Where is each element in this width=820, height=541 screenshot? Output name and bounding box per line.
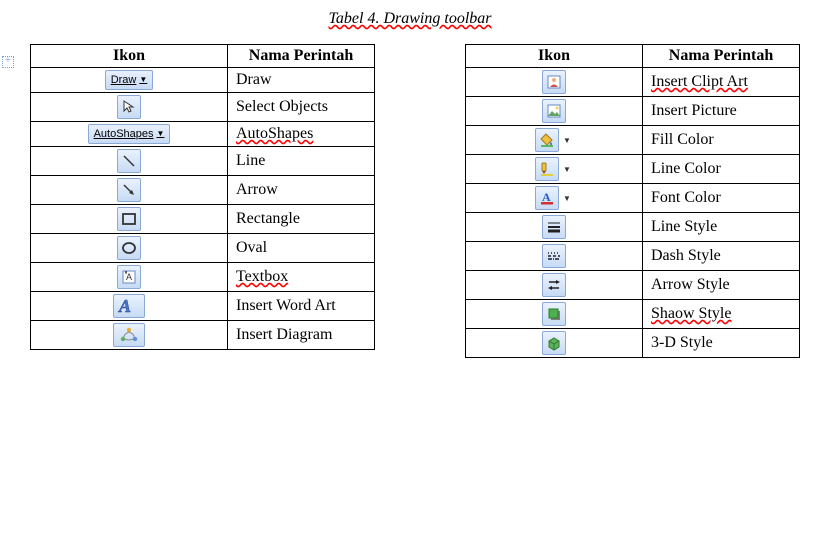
table-row: ▼ Fill Color bbox=[466, 126, 800, 155]
command-name: Insert Picture bbox=[643, 97, 800, 126]
chevron-down-icon: ▼ bbox=[561, 136, 573, 145]
table-caption: Tabel 4. Drawing toolbar bbox=[20, 10, 800, 28]
tables-wrapper: Ikon Nama Perintah Draw▼ Draw Select Obj… bbox=[20, 44, 800, 358]
wordart-icon[interactable]: A bbox=[113, 294, 145, 318]
command-name: Line bbox=[228, 147, 375, 176]
command-name: Draw bbox=[228, 68, 375, 93]
table-row: Shaow Style bbox=[466, 300, 800, 329]
font-color-icon[interactable]: A ▼ bbox=[535, 186, 573, 210]
autoshapes-button-label: AutoShapes bbox=[94, 126, 154, 142]
command-name: Oval bbox=[228, 234, 375, 263]
table-row: Dash Style bbox=[466, 242, 800, 271]
command-name: Dash Style bbox=[643, 242, 800, 271]
command-name: Select Objects bbox=[228, 93, 375, 122]
line-style-icon[interactable] bbox=[542, 215, 566, 239]
picture-icon[interactable] bbox=[542, 99, 566, 123]
table-row: 3-D Style bbox=[466, 329, 800, 358]
chevron-down-icon: ▼ bbox=[561, 194, 573, 203]
header-nama: Nama Perintah bbox=[643, 45, 800, 68]
table-row: Select Objects bbox=[31, 93, 375, 122]
table-anchor-handle[interactable]: + bbox=[2, 56, 14, 68]
command-name: Textbox bbox=[228, 263, 375, 292]
header-ikon: Ikon bbox=[466, 45, 643, 68]
autoshapes-button[interactable]: AutoShapes▼ bbox=[88, 124, 171, 144]
clipart-icon[interactable] bbox=[542, 70, 566, 94]
line-color-icon[interactable]: ▼ bbox=[535, 157, 573, 181]
chevron-down-icon: ▼ bbox=[561, 165, 573, 174]
command-name: Arrow bbox=[228, 176, 375, 205]
table-row: Rectangle bbox=[31, 205, 375, 234]
diagram-icon[interactable] bbox=[113, 323, 145, 347]
svg-text:A: A bbox=[126, 272, 132, 282]
command-name: Rectangle bbox=[228, 205, 375, 234]
command-name: Insert Clipt Art bbox=[643, 68, 800, 97]
dash-style-icon[interactable] bbox=[542, 244, 566, 268]
command-name: Font Color bbox=[643, 184, 800, 213]
command-name: 3-D Style bbox=[643, 329, 800, 358]
command-name: Insert Word Art bbox=[228, 292, 375, 321]
table-row: Arrow bbox=[31, 176, 375, 205]
line-icon[interactable] bbox=[117, 149, 141, 173]
table-row: Insert Picture bbox=[466, 97, 800, 126]
table-row: A Insert Word Art bbox=[31, 292, 375, 321]
command-name: Shaow Style bbox=[643, 300, 800, 329]
command-name: Fill Color bbox=[643, 126, 800, 155]
chevron-down-icon: ▼ bbox=[139, 72, 147, 88]
command-name: Arrow Style bbox=[643, 271, 800, 300]
shadow-style-icon[interactable] bbox=[542, 302, 566, 326]
textbox-icon[interactable]: A bbox=[117, 265, 141, 289]
table-row: Insert Clipt Art bbox=[466, 68, 800, 97]
table-row: A ▼ Font Color bbox=[466, 184, 800, 213]
draw-button[interactable]: Draw▼ bbox=[105, 70, 154, 90]
table-row: Line Style bbox=[466, 213, 800, 242]
right-table: Ikon Nama Perintah Insert Clipt Art Inse… bbox=[465, 44, 800, 358]
command-name: AutoShapes bbox=[228, 122, 375, 147]
table-row: Arrow Style bbox=[466, 271, 800, 300]
command-name: Line Color bbox=[643, 155, 800, 184]
header-nama: Nama Perintah bbox=[228, 45, 375, 68]
command-name: Line Style bbox=[643, 213, 800, 242]
select-icon[interactable] bbox=[117, 95, 141, 119]
arrow-icon[interactable] bbox=[117, 178, 141, 202]
header-ikon: Ikon bbox=[31, 45, 228, 68]
command-name: Insert Diagram bbox=[228, 321, 375, 350]
3d-style-icon[interactable] bbox=[542, 331, 566, 355]
oval-icon[interactable] bbox=[117, 236, 141, 260]
left-table: Ikon Nama Perintah Draw▼ Draw Select Obj… bbox=[30, 44, 375, 350]
table-row: A Textbox bbox=[31, 263, 375, 292]
table-row: Draw▼ Draw bbox=[31, 68, 375, 93]
table-row: Oval bbox=[31, 234, 375, 263]
svg-text:A: A bbox=[542, 190, 551, 204]
table-row: ▼ Line Color bbox=[466, 155, 800, 184]
fill-color-icon[interactable]: ▼ bbox=[535, 128, 573, 152]
arrow-style-icon[interactable] bbox=[542, 273, 566, 297]
svg-text:A: A bbox=[118, 296, 131, 316]
rectangle-icon[interactable] bbox=[117, 207, 141, 231]
chevron-down-icon: ▼ bbox=[157, 126, 165, 142]
table-row: Insert Diagram bbox=[31, 321, 375, 350]
table-row: Line bbox=[31, 147, 375, 176]
draw-button-label: Draw bbox=[111, 72, 137, 88]
table-row: AutoShapes▼ AutoShapes bbox=[31, 122, 375, 147]
